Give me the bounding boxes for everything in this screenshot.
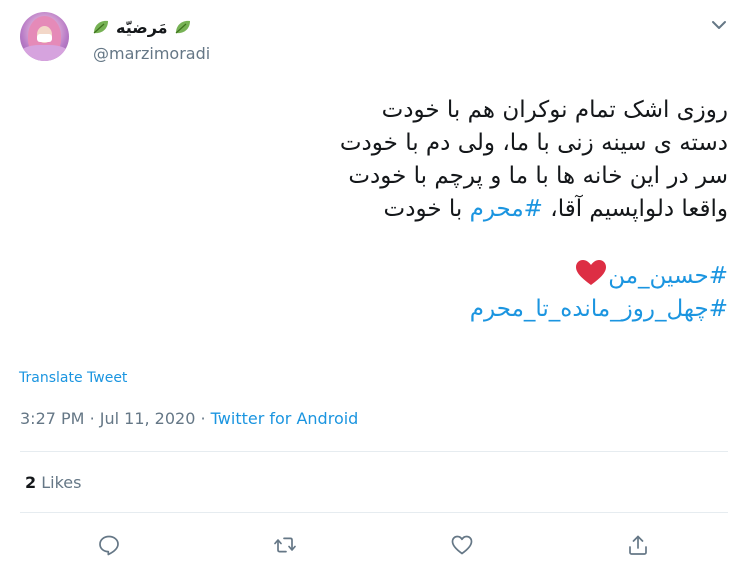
divider	[20, 451, 728, 452]
meta-separator: ·	[89, 409, 95, 428]
author-handle[interactable]: @marzimoradi	[93, 44, 210, 63]
translate-tweet-link[interactable]: Translate Tweet	[19, 370, 127, 386]
tweet-line: دسته ی سینه زنی با ما، ولی دم با خودت	[339, 130, 728, 156]
divider	[20, 512, 728, 513]
likes-label: Likes	[41, 473, 82, 492]
likes-count[interactable]: 2 Likes	[25, 473, 81, 492]
tweet-line-text: واقعا دلواپسیم آقا،	[542, 196, 728, 222]
share-icon	[629, 535, 647, 555]
tweet-meta: 3:27 PM · Jul 11, 2020 · Twitter for And…	[20, 409, 358, 428]
like-icon	[451, 535, 473, 555]
tweet-line-text: با خودت	[383, 196, 470, 222]
tweet-line: #حسین_من	[28, 259, 728, 293]
tweet-source-link[interactable]: Twitter for Android	[211, 409, 359, 428]
tweet-line: واقعا دلواپسیم آقا، #محرم با خودت	[28, 193, 728, 226]
avatar-mask	[37, 34, 52, 42]
tweet-date[interactable]: Jul 11, 2020	[100, 409, 196, 428]
avatar[interactable]	[20, 12, 69, 61]
chevron-down-icon[interactable]	[709, 16, 729, 34]
retweet-button[interactable]	[272, 532, 298, 558]
like-button[interactable]	[449, 532, 475, 558]
retweet-icon	[274, 537, 296, 553]
author-name-row[interactable]: مَرضیّه	[92, 16, 192, 38]
meta-separator: ·	[200, 409, 206, 428]
share-button[interactable]	[625, 532, 651, 558]
hashtag-link[interactable]: #حسین_من	[608, 263, 728, 289]
avatar-fluff	[20, 45, 69, 61]
reply-icon	[99, 535, 119, 556]
likes-number: 2	[25, 473, 37, 492]
hashtag-link[interactable]: #محرم	[470, 196, 543, 222]
hashtag-link[interactable]: #چهل_روز_مانده_تا_محرم	[470, 296, 728, 322]
leaf-icon	[93, 20, 108, 34]
tweet-time[interactable]: 3:27 PM	[20, 409, 84, 428]
tweet-line: سر در این خانه ها با ما و پرچم با خودت	[348, 163, 728, 189]
tweet-text: روزی اشک تمام نوکران هم با خودت دسته ی س…	[28, 94, 728, 326]
red-heart-icon	[576, 260, 607, 285]
tweet-line: #چهل_روز_مانده_تا_محرم	[28, 293, 728, 326]
display-name[interactable]: مَرضیّه	[116, 18, 168, 37]
reply-button[interactable]	[96, 532, 122, 558]
leaf-icon	[175, 20, 190, 34]
tweet-line: روزی اشک تمام نوکران هم با خودت	[381, 97, 728, 123]
